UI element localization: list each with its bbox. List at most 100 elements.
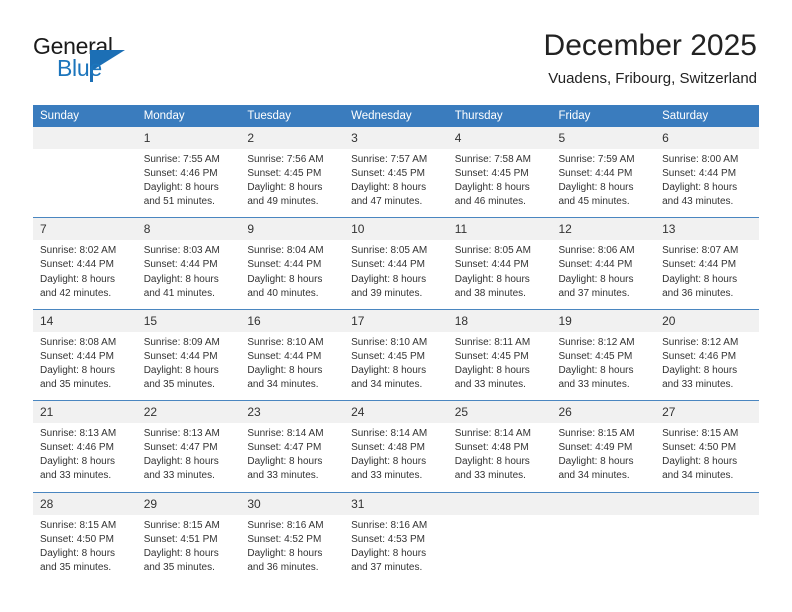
day-cell-10[interactable]: Sunrise: 8:05 AM Sunset: 4:44 PM Daylight:… (344, 240, 448, 310)
day-number-17[interactable]: 17 (344, 309, 448, 332)
day-number-25[interactable]: 25 (447, 401, 552, 424)
day-number-16[interactable]: 16 (240, 309, 345, 332)
day-cell-26[interactable]: Sunrise: 8:15 AM Sunset: 4:49 PM Daylight:… (551, 423, 656, 492)
day-cell-18[interactable]: Sunrise: 8:11 AM Sunset: 4:45 PM Daylight:… (447, 331, 552, 401)
day-number-14[interactable]: 14 (33, 309, 137, 332)
daylight-text: and 33 minutes. (662, 379, 734, 391)
day-cell-19[interactable]: Sunrise: 8:12 AM Sunset: 4:45 PM Daylight:… (551, 331, 656, 401)
day-number-11[interactable]: 11 (447, 218, 552, 241)
sunset-text: Sunset: 4:45 PM (351, 350, 425, 362)
daylight-text: and 33 minutes. (454, 470, 526, 482)
day-cell-8[interactable]: Sunrise: 8:03 AM Sunset: 4:44 PM Daylight:… (136, 240, 241, 310)
day-number-2[interactable]: 2 (240, 127, 345, 149)
daylight-text: and 33 minutes. (454, 379, 526, 391)
day-number-22[interactable]: 22 (136, 401, 241, 424)
sunset-text: Sunset: 4:53 PM (351, 533, 425, 545)
day-number-29[interactable]: 29 (136, 492, 241, 515)
day-cell-16[interactable]: Sunrise: 8:10 AM Sunset: 4:44 PM Daylight:… (240, 331, 345, 401)
day-cell-22[interactable]: Sunrise: 8:13 AM Sunset: 4:47 PM Daylight:… (136, 423, 241, 492)
day-number-19[interactable]: 19 (551, 309, 656, 332)
day-cell-30[interactable]: Sunrise: 8:16 AM Sunset: 4:52 PM Daylight:… (240, 514, 345, 583)
day-number-12[interactable]: 12 (551, 218, 656, 241)
sunrise-text: Sunrise: 8:06 AM (558, 245, 635, 257)
day-number-10[interactable]: 10 (344, 218, 448, 241)
day-cell-25[interactable]: Sunrise: 8:14 AM Sunset: 4:48 PM Daylight:… (447, 423, 552, 492)
sunset-text: Sunset: 4:48 PM (454, 442, 529, 454)
daylight-text: Daylight: 8 hours (454, 273, 530, 285)
day-number-9[interactable]: 9 (240, 218, 345, 241)
day-number-24[interactable]: 24 (344, 401, 448, 424)
day-detail-row: Sunrise: 8:08 AM Sunset: 4:44 PM Daylight:… (33, 331, 759, 401)
day-cell-14[interactable]: Sunrise: 8:08 AM Sunset: 4:44 PM Daylight:… (33, 331, 137, 401)
day-cell-20[interactable]: Sunrise: 8:12 AM Sunset: 4:46 PM Daylight:… (655, 331, 759, 401)
day-cell-12[interactable]: Sunrise: 8:06 AM Sunset: 4:44 PM Daylight:… (551, 240, 656, 310)
sunrise-text: Sunrise: 8:03 AM (143, 245, 220, 257)
general-blue-logo[interactable]: General Blue (33, 33, 193, 91)
day-number-27[interactable]: 27 (655, 401, 759, 424)
day-cell-1[interactable]: Sunrise: 7:55 AM Sunset: 4:46 PM Daylight:… (136, 149, 241, 218)
daylight-text: Daylight: 8 hours (40, 456, 116, 468)
daylight-text: and 45 minutes. (558, 196, 630, 208)
day-number-31[interactable]: 31 (344, 492, 448, 515)
day-cell-21[interactable]: Sunrise: 8:13 AM Sunset: 4:46 PM Daylight:… (33, 423, 137, 492)
day-cell-9[interactable]: Sunrise: 8:04 AM Sunset: 4:44 PM Daylight:… (240, 240, 345, 310)
day-number-23[interactable]: 23 (240, 401, 345, 424)
day-number-row: 123456 (33, 127, 759, 149)
daylight-text: and 37 minutes. (351, 561, 423, 573)
day-number-6[interactable]: 6 (655, 127, 759, 149)
day-number-28[interactable]: 28 (33, 492, 137, 515)
day-number-1[interactable]: 1 (136, 127, 241, 149)
day-number-4[interactable]: 4 (447, 127, 552, 149)
daylight-text: and 43 minutes. (662, 196, 734, 208)
day-number-18[interactable]: 18 (447, 309, 552, 332)
day-number-empty (33, 127, 137, 149)
sunrise-text: Sunrise: 8:12 AM (662, 336, 739, 348)
day-cell-23[interactable]: Sunrise: 8:14 AM Sunset: 4:47 PM Daylight:… (240, 423, 345, 492)
sunset-text: Sunset: 4:44 PM (558, 168, 633, 180)
day-number-5[interactable]: 5 (551, 127, 656, 149)
day-number-26[interactable]: 26 (551, 401, 656, 424)
day-cell-27[interactable]: Sunrise: 8:15 AM Sunset: 4:50 PM Daylight:… (655, 423, 759, 492)
day-cell-2[interactable]: Sunrise: 7:56 AM Sunset: 4:45 PM Daylight:… (240, 149, 345, 218)
sunset-text: Sunset: 4:46 PM (143, 168, 218, 180)
daylight-text: Daylight: 8 hours (558, 456, 634, 468)
day-cell-empty (655, 514, 759, 583)
day-cell-6[interactable]: Sunrise: 8:00 AM Sunset: 4:44 PM Daylight:… (655, 149, 759, 218)
sunrise-text: Sunrise: 8:00 AM (662, 154, 739, 165)
day-number-15[interactable]: 15 (136, 309, 241, 332)
daylight-text: and 36 minutes. (247, 561, 319, 573)
sunrise-text: Sunrise: 8:02 AM (40, 245, 117, 257)
sunset-text: Sunset: 4:50 PM (40, 533, 114, 545)
day-cell-4[interactable]: Sunrise: 7:58 AM Sunset: 4:45 PM Daylight:… (447, 149, 552, 218)
day-cell-15[interactable]: Sunrise: 8:09 AM Sunset: 4:44 PM Daylight:… (136, 331, 241, 401)
day-number-20[interactable]: 20 (655, 309, 759, 332)
day-cell-5[interactable]: Sunrise: 7:59 AM Sunset: 4:44 PM Daylight:… (551, 149, 656, 218)
day-number-21[interactable]: 21 (33, 401, 137, 424)
day-cell-17[interactable]: Sunrise: 8:10 AM Sunset: 4:45 PM Daylight:… (344, 331, 448, 401)
day-number-30[interactable]: 30 (240, 492, 345, 515)
sunrise-text: Sunrise: 8:07 AM (662, 245, 739, 257)
day-cell-28[interactable]: Sunrise: 8:15 AM Sunset: 4:50 PM Daylight:… (33, 514, 137, 583)
day-number-7[interactable]: 7 (33, 218, 137, 241)
daylight-text: and 33 minutes. (558, 379, 630, 391)
day-cell-11[interactable]: Sunrise: 8:05 AM Sunset: 4:44 PM Daylight:… (447, 240, 552, 310)
daylight-text: Daylight: 8 hours (143, 273, 219, 285)
daylight-text: Daylight: 8 hours (662, 456, 738, 468)
day-cell-7[interactable]: Sunrise: 8:02 AM Sunset: 4:44 PM Daylight:… (33, 240, 137, 310)
daylight-text: Daylight: 8 hours (351, 364, 427, 376)
day-cell-31[interactable]: Sunrise: 8:16 AM Sunset: 4:53 PM Daylight:… (344, 514, 448, 583)
sunrise-text: Sunrise: 8:12 AM (558, 336, 635, 348)
day-cell-empty (447, 514, 552, 583)
sunset-text: Sunset: 4:49 PM (558, 442, 633, 454)
day-number-row: 21 22 23 24 25 26 27 (33, 401, 759, 424)
sunset-text: Sunset: 4:44 PM (247, 259, 322, 271)
day-number-3[interactable]: 3 (344, 127, 448, 149)
day-cell-13[interactable]: Sunrise: 8:07 AM Sunset: 4:44 PM Daylight:… (655, 240, 759, 310)
sunrise-text: Sunrise: 7:55 AM (143, 154, 220, 165)
day-cell-3[interactable]: Sunrise: 7:57 AM Sunset: 4:45 PM Daylight:… (344, 149, 448, 218)
day-number-8[interactable]: 8 (136, 218, 241, 241)
day-cell-29[interactable]: Sunrise: 8:15 AM Sunset: 4:51 PM Daylight:… (136, 514, 241, 583)
weekday-header-saturday: Saturday (655, 105, 759, 127)
day-number-13[interactable]: 13 (655, 218, 759, 241)
day-cell-24[interactable]: Sunrise: 8:14 AM Sunset: 4:48 PM Daylight:… (344, 423, 448, 492)
